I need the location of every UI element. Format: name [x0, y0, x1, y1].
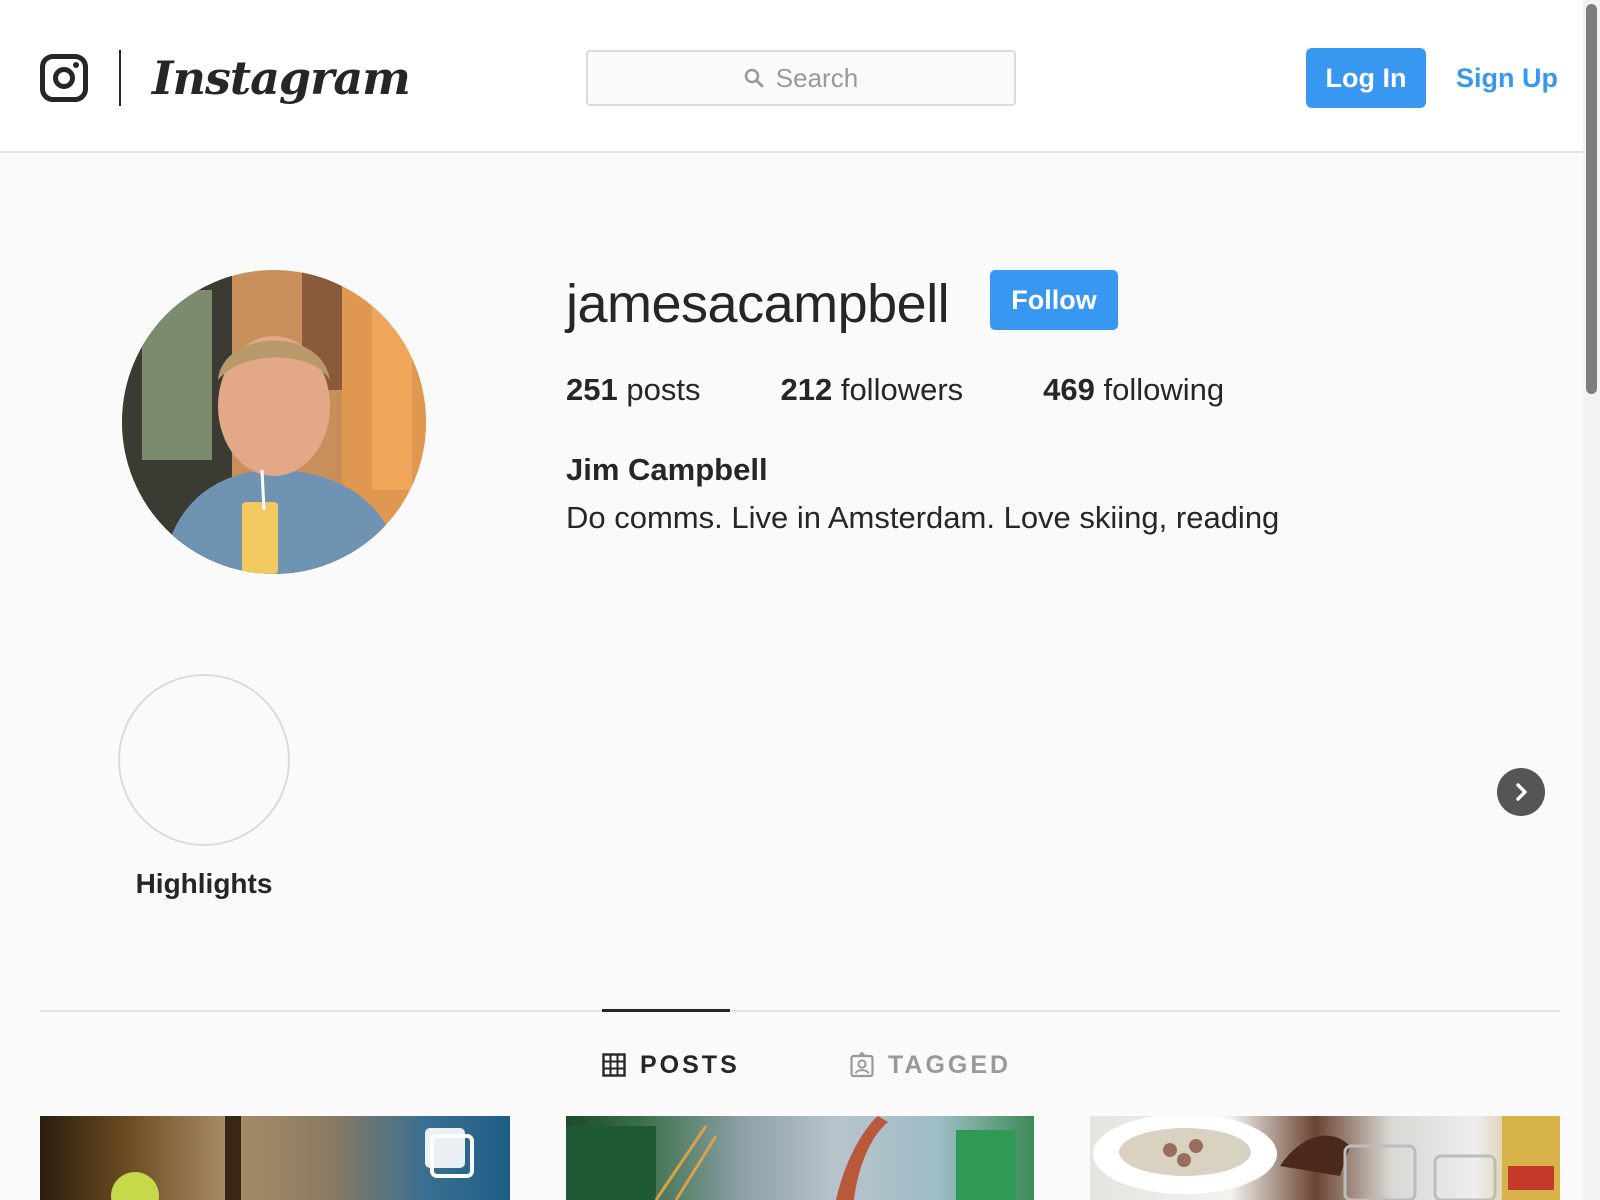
post-photo — [1093, 1116, 1560, 1200]
profile-stats: 251 posts 212 followers 469 following — [566, 368, 1304, 412]
highlight-cover[interactable] — [118, 674, 290, 846]
highlights-next-button[interactable] — [1497, 768, 1545, 816]
tab-tagged[interactable]: TAGGED — [850, 1048, 1011, 1082]
search-icon — [744, 68, 764, 88]
stat-following[interactable]: 469 following — [1043, 368, 1224, 412]
scrollbar-thumb[interactable] — [1586, 4, 1597, 394]
tab-posts[interactable]: POSTS — [602, 1048, 740, 1082]
tagged-person-icon — [850, 1052, 874, 1078]
top-navigation-bar: Instagram Search Log In Sign Up — [0, 0, 1600, 153]
chevron-right-icon — [1516, 783, 1527, 801]
avatar-photo — [122, 270, 426, 574]
page-scrollbar[interactable] — [1583, 0, 1600, 1200]
camera-lens-shape — [53, 67, 75, 89]
instagram-camera-icon[interactable] — [40, 54, 88, 102]
search-input[interactable]: Search — [586, 50, 1016, 106]
highlight-label[interactable]: Highlights — [104, 864, 304, 904]
profile-bio: Do comms. Live in Amsterdam. Love skiing… — [566, 500, 1280, 535]
tab-posts-label: POSTS — [640, 1051, 740, 1079]
follow-button[interactable]: Follow — [990, 270, 1118, 330]
stat-followers-count: 212 — [780, 372, 833, 407]
stat-followers-label: followers — [840, 372, 964, 407]
profile-username: jamesacampbell — [566, 274, 950, 334]
post-photo — [566, 1116, 1016, 1200]
signup-link[interactable]: Sign Up — [1456, 56, 1558, 100]
stat-following-count: 469 — [1043, 372, 1095, 407]
stat-followers[interactable]: 212 followers — [780, 368, 963, 412]
login-button[interactable]: Log In — [1306, 48, 1426, 108]
tabs-divider — [40, 1010, 1560, 1012]
stat-posts[interactable]: 251 posts — [566, 368, 700, 412]
active-tab-indicator — [602, 1009, 730, 1012]
stat-following-label: following — [1103, 372, 1225, 407]
post-thumbnail[interactable] — [566, 1116, 1034, 1200]
post-photo — [111, 1116, 474, 1200]
profile-avatar — [122, 270, 426, 574]
post-thumbnail[interactable] — [1090, 1116, 1560, 1200]
search-placeholder: Search — [775, 62, 859, 93]
logo-divider — [119, 50, 121, 106]
stat-posts-count: 251 — [566, 372, 618, 407]
post-thumbnail[interactable] — [40, 1116, 510, 1200]
grid-icon — [602, 1053, 626, 1077]
tab-tagged-label: TAGGED — [888, 1051, 1012, 1079]
profile-full-name: Jim Campbell — [566, 452, 768, 487]
camera-flash-dot — [73, 62, 79, 68]
instagram-wordmark[interactable]: Instagram — [152, 42, 411, 114]
stat-posts-label: posts — [626, 372, 701, 407]
